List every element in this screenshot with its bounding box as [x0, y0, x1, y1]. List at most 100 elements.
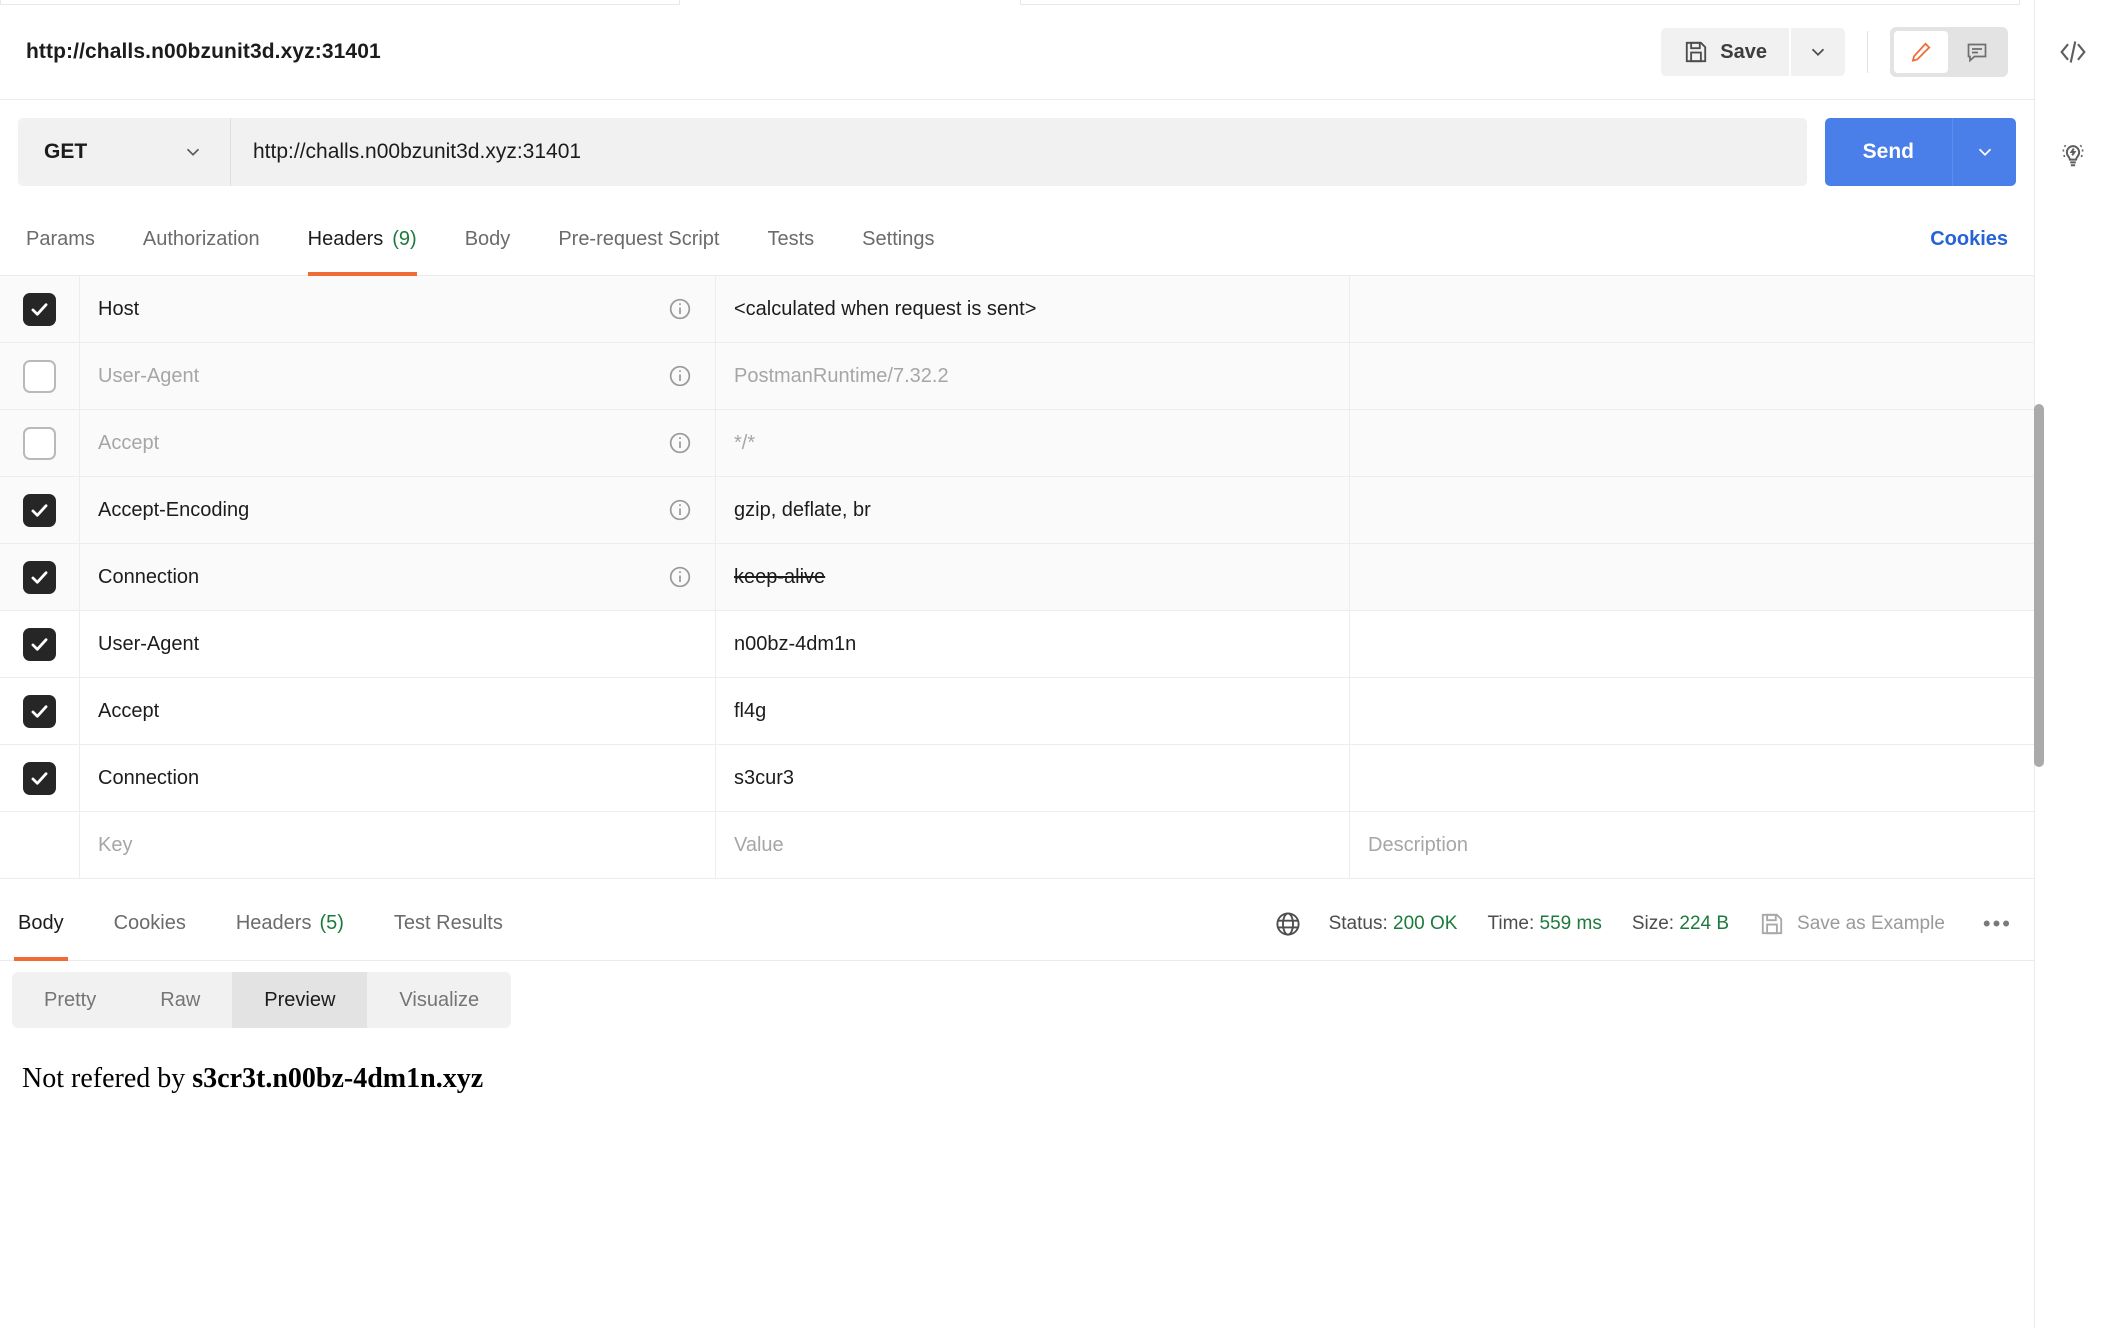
header-key-cell[interactable]: Accept-Encoding: [80, 477, 716, 543]
row-enabled-cell: [0, 611, 80, 677]
view-mode-toggle-group: [1890, 27, 2008, 77]
header-value-cell[interactable]: fl4g: [716, 678, 1350, 744]
method-label: GET: [44, 140, 88, 163]
response-tabs-bar: Body Cookies Headers (5) Test Results Sta…: [0, 887, 2034, 961]
tab-label: Pre-request Script: [558, 228, 720, 250]
view-mode-visualize[interactable]: Visualize: [367, 972, 511, 1028]
row-checkbox[interactable]: [23, 761, 56, 795]
tab-params[interactable]: Params: [26, 204, 95, 276]
key-placeholder: Key: [98, 833, 133, 856]
table-row: Connection s3cur3: [0, 745, 2034, 812]
code-snippet-button[interactable]: [2051, 30, 2095, 74]
save-options-button[interactable]: [1791, 28, 1845, 76]
header-description-cell[interactable]: [1350, 611, 2034, 677]
table-row: Accept fl4g: [0, 678, 2034, 745]
row-enabled-cell: [0, 276, 80, 342]
headers-table-scrollbar[interactable]: [2032, 276, 2046, 887]
header-key-cell[interactable]: Connection: [80, 544, 716, 610]
header-value-text: s3cur3: [734, 766, 795, 789]
save-as-example-button[interactable]: Save as Example: [1759, 911, 1945, 937]
row-checkbox[interactable]: [23, 560, 56, 594]
response-tab-test-results[interactable]: Test Results: [390, 887, 507, 961]
tab-authorization[interactable]: Authorization: [143, 204, 260, 276]
row-checkbox[interactable]: [23, 292, 56, 326]
response-tab-cookies[interactable]: Cookies: [110, 887, 190, 961]
new-header-key-input[interactable]: Key: [80, 812, 716, 878]
header-value-cell[interactable]: n00bz-4dm1n: [716, 611, 1350, 677]
send-options-button[interactable]: [1952, 118, 2016, 186]
scrollbar-thumb[interactable]: [2034, 404, 2044, 767]
url-input[interactable]: http://challs.n00bzunit3d.xyz:31401: [230, 118, 1807, 186]
new-header-description-input[interactable]: Description: [1350, 812, 2034, 878]
globe-icon[interactable]: [1273, 909, 1303, 939]
tab-label: Params: [26, 228, 95, 250]
more-options-icon[interactable]: •••: [1975, 911, 2020, 937]
response-tab-body[interactable]: Body: [14, 887, 68, 961]
comment-icon: [1965, 40, 1989, 64]
header-value-cell[interactable]: keep-alive: [716, 544, 1350, 610]
cookies-link[interactable]: Cookies: [1930, 228, 2008, 251]
save-button-label: Save: [1720, 40, 1767, 63]
row-checkbox[interactable]: [23, 426, 56, 460]
row-enabled-cell: [0, 343, 80, 409]
tab-headers[interactable]: Headers (9): [307, 204, 417, 276]
floppy-disk-icon: [1683, 39, 1709, 65]
header-value-text: n00bz-4dm1n: [734, 632, 857, 655]
info-icon[interactable]: [667, 564, 693, 590]
header-value-cell[interactable]: gzip, deflate, br: [716, 477, 1350, 543]
header-value-cell[interactable]: PostmanRuntime/7.32.2: [716, 343, 1350, 409]
row-checkbox[interactable]: [23, 493, 56, 527]
header-value-text: fl4g: [734, 699, 767, 722]
header-key-cell[interactable]: Accept: [80, 678, 716, 744]
header-value-cell[interactable]: s3cur3: [716, 745, 1350, 811]
tab-pre-request-script[interactable]: Pre-request Script: [558, 204, 719, 276]
comment-mode-button[interactable]: [1950, 31, 2004, 73]
new-header-value-input[interactable]: Value: [716, 812, 1350, 878]
postbot-button[interactable]: [2051, 132, 2095, 176]
chevron-down-icon: [1807, 41, 1829, 63]
tab-settings[interactable]: Settings: [862, 204, 934, 276]
header-description-cell[interactable]: [1350, 678, 2034, 744]
tab-count: (9): [392, 228, 417, 250]
view-mode-pretty[interactable]: Pretty: [12, 972, 128, 1028]
response-tab-headers[interactable]: Headers (5): [232, 887, 348, 961]
status-value: 200 OK: [1393, 912, 1458, 934]
row-checkbox[interactable]: [23, 627, 56, 661]
header-description-cell[interactable]: [1350, 343, 2034, 409]
header-value-text: PostmanRuntime/7.32.2: [734, 364, 949, 387]
header-key-cell[interactable]: Accept: [80, 410, 716, 476]
info-icon[interactable]: [667, 430, 693, 456]
view-mode-raw[interactable]: Raw: [128, 972, 232, 1028]
info-icon[interactable]: [667, 296, 693, 322]
row-checkbox[interactable]: [23, 359, 56, 393]
header-key-value: Accept: [98, 699, 160, 722]
header-description-cell[interactable]: [1350, 276, 2034, 342]
view-mode-preview[interactable]: Preview: [232, 972, 368, 1028]
save-button[interactable]: Save: [1661, 28, 1789, 76]
header-key-cell[interactable]: User-Agent: [80, 343, 716, 409]
time-label: Time:: [1487, 912, 1535, 934]
send-button[interactable]: Send: [1824, 118, 1952, 186]
header-key-cell[interactable]: Connection: [80, 745, 716, 811]
header-key-cell[interactable]: User-Agent: [80, 611, 716, 677]
header-value-cell[interactable]: */*: [716, 410, 1350, 476]
header-description-cell[interactable]: [1350, 410, 2034, 476]
header-value-cell[interactable]: <calculated when request is sent>: [716, 276, 1350, 342]
header-key-cell[interactable]: Host: [80, 276, 716, 342]
row-checkbox[interactable]: [23, 694, 56, 728]
header-description-cell[interactable]: [1350, 477, 2034, 543]
tab-tests[interactable]: Tests: [767, 204, 814, 276]
header-description-cell[interactable]: [1350, 544, 2034, 610]
header-description-cell[interactable]: [1350, 745, 2034, 811]
edit-mode-button[interactable]: [1894, 31, 1948, 73]
code-icon: [2056, 35, 2090, 69]
info-icon[interactable]: [667, 363, 693, 389]
tab-body[interactable]: Body: [465, 204, 511, 276]
info-icon[interactable]: [667, 497, 693, 523]
tab-label: Body: [464, 228, 511, 250]
response-body-domain: s3cr3t.n00bz-4dm1n.xyz: [192, 1063, 484, 1094]
method-selector[interactable]: GET: [18, 118, 230, 186]
size-label: Size:: [1631, 912, 1675, 934]
chevron-down-icon: [182, 141, 204, 163]
tab-label: Tests: [767, 228, 815, 250]
